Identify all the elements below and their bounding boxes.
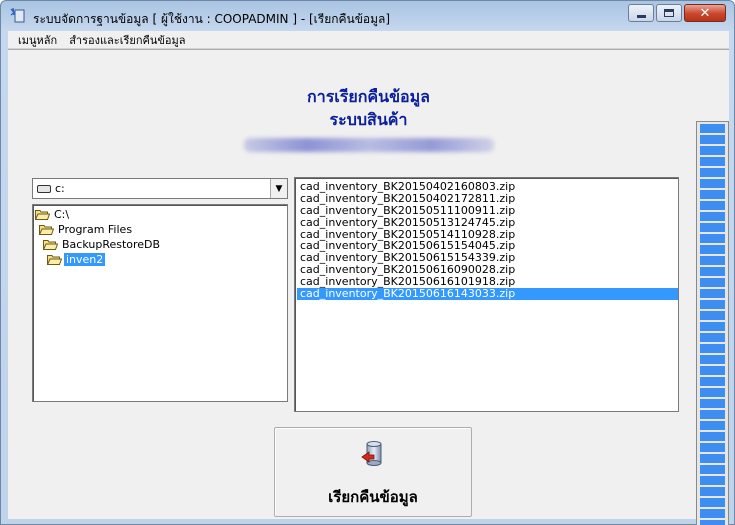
file-item[interactable]: cad_inventory_BK20150511100911.zip [297, 204, 678, 217]
database-restore-icon [361, 441, 382, 466]
drive-value: c: [55, 182, 65, 195]
close-button[interactable]: ✕ [684, 4, 726, 22]
restore-button[interactable]: เรียกคืนข้อมูล [274, 427, 472, 517]
menu-main[interactable]: เมนูหลัก [12, 31, 63, 49]
folder-open-icon [43, 240, 58, 250]
page-title: การเรียกคืนข้อมูล [307, 87, 430, 106]
directory-label: BackupRestoreDB [62, 238, 161, 251]
folder-open-icon [35, 210, 50, 220]
progress-gauge [696, 121, 729, 525]
directory-label: inven2 [64, 253, 106, 266]
file-item[interactable]: cad_inventory_BK20150616143033.zip [297, 288, 678, 300]
file-item[interactable]: cad_inventory_BK20150513124745.zip [297, 216, 678, 229]
directory-item[interactable]: Program Files [35, 222, 287, 237]
directory-item[interactable]: C:\ [35, 207, 287, 222]
folder-open-icon [39, 225, 54, 235]
directory-list[interactable]: C:\ Program Files BackupRestoreDB inven2 [32, 204, 288, 402]
restore-button-label: เรียกคืนข้อมูล [328, 488, 418, 506]
directory-label: C:\ [54, 208, 70, 221]
app-icon [10, 7, 25, 23]
blurred-organization-name [8, 138, 729, 155]
menu-backup-restore[interactable]: สำรองและเรียกคืนข้อมูล [63, 31, 191, 49]
folder-open-icon [47, 255, 62, 265]
client-area: การเรียกคืนข้อมูล ระบบสินค้า c: ▼ C:\ Pro… [8, 49, 729, 525]
chevron-down-icon[interactable]: ▼ [270, 179, 287, 198]
directory-item[interactable]: BackupRestoreDB [35, 237, 287, 252]
title-bar[interactable]: ระบบจัดการฐานข้อมูล [ ผู้ใช้งาน : COOPAD… [1, 1, 734, 31]
file-item[interactable]: cad_inventory_BK20150402172811.zip [297, 192, 678, 205]
minimize-icon [636, 14, 646, 18]
maximize-button[interactable] [656, 4, 682, 22]
menu-bar: เมนูหลัก สำรองและเรียกคืนข้อมูล [8, 31, 729, 49]
directory-label: Program Files [58, 223, 133, 236]
drive-icon [37, 184, 51, 193]
page-subtitle: ระบบสินค้า [329, 110, 408, 129]
progress-fill [700, 124, 725, 525]
drive-select[interactable]: c: ▼ [32, 178, 288, 199]
close-icon: ✕ [699, 5, 711, 21]
app-window: ระบบจัดการฐานข้อมูล [ ผู้ใช้งาน : COOPAD… [0, 0, 735, 525]
file-list[interactable]: cad_inventory_BK20150402160803.zip cad_in… [294, 177, 679, 412]
maximize-icon [664, 9, 674, 17]
minimize-button[interactable] [628, 4, 654, 22]
directory-item[interactable]: inven2 [35, 252, 287, 267]
window-title: ระบบจัดการฐานข้อมูล [ ผู้ใช้งาน : COOPAD… [33, 12, 391, 26]
